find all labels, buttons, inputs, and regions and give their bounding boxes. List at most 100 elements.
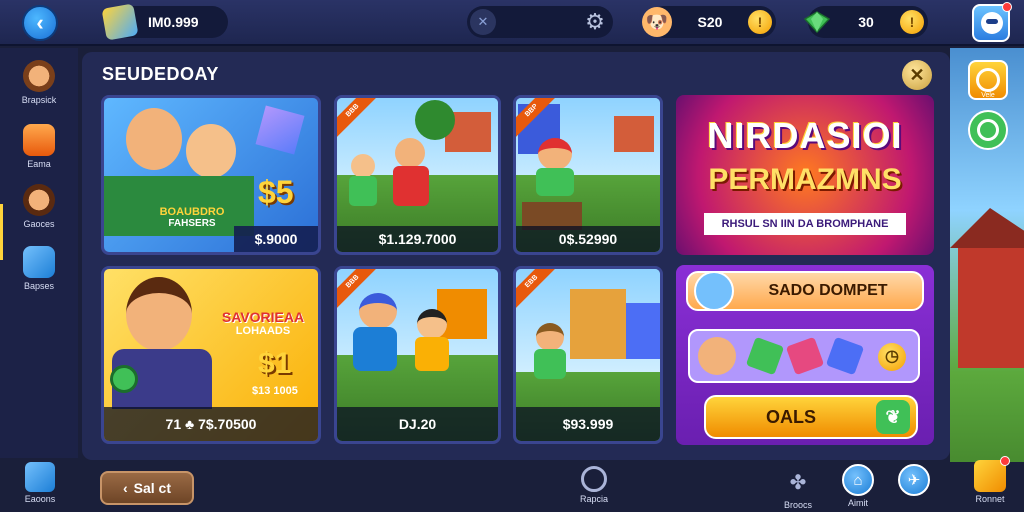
- coin-icon: ◷: [878, 343, 906, 371]
- sidebar-item-label: Eama: [27, 159, 51, 169]
- character-image: [126, 277, 192, 351]
- character-body: [349, 176, 377, 206]
- close-icon[interactable]: ✕: [902, 60, 932, 90]
- bottom-item-rapcia[interactable]: Rapcia: [572, 466, 616, 504]
- character-image: [186, 124, 236, 178]
- active-indicator: [0, 204, 3, 260]
- card-overlay-text: FAHSERS: [168, 218, 216, 229]
- bottom-item-broocs[interactable]: ✤ Broocs: [776, 466, 820, 511]
- card-price: 0$.52990: [516, 226, 660, 252]
- character-image: [538, 138, 572, 170]
- character-body: [415, 337, 449, 371]
- plane-icon: ✈: [898, 464, 930, 496]
- bottom-item-left[interactable]: Eaoons: [14, 462, 66, 504]
- currency-1-counter[interactable]: 🐶 S20 !: [642, 6, 776, 38]
- card-badge: $1: [258, 347, 292, 380]
- token-icon: [110, 365, 138, 393]
- item-icon: [785, 336, 825, 376]
- coin-icon: [976, 68, 1000, 92]
- character-image: [359, 293, 397, 329]
- box-icon: [23, 246, 55, 278]
- promo-title: NIRDASIOI: [707, 115, 903, 156]
- bonus-button[interactable]: Vele: [968, 60, 1008, 100]
- coins-value: IM0.999: [148, 14, 199, 30]
- gems-counter[interactable]: 30 !: [804, 6, 928, 38]
- character-icon: [694, 271, 734, 311]
- game-icon: [23, 124, 55, 156]
- pet-icon: 🐶: [642, 7, 672, 37]
- gear-icon[interactable]: ⚙: [583, 10, 607, 34]
- bonus-label: Vele: [981, 92, 995, 99]
- card-price: $1.129.7000: [337, 226, 498, 252]
- card-badge: $5: [258, 174, 294, 210]
- promo-subtitle: PERMAZMNS: [708, 163, 902, 196]
- gem-icon: [255, 105, 305, 155]
- sidebar-item-2[interactable]: Eama: [6, 124, 72, 169]
- profile-avatar-button[interactable]: [972, 2, 1012, 42]
- roof-image: [950, 208, 1024, 248]
- house-image: [570, 289, 626, 359]
- character-body: [353, 327, 397, 371]
- bottom-item-label: Aimit: [848, 498, 868, 508]
- back-button[interactable]: ‹ Sal ct: [100, 471, 194, 505]
- card-overlay-text: BOAUBDRO: [159, 206, 225, 218]
- house-image: [626, 303, 660, 359]
- character-body: [536, 168, 574, 196]
- notification-dot: [1002, 2, 1012, 12]
- bottom-item-send[interactable]: ✈: [892, 464, 936, 496]
- character-image: [351, 154, 375, 178]
- character-image: [417, 309, 447, 339]
- shop-card-1[interactable]: BOAUBDRO FAHSERS $5 $.9000: [101, 95, 321, 255]
- card-overlay-text: LOHAADS: [235, 325, 291, 337]
- card-price: $.9000: [234, 226, 318, 252]
- add-gems-button[interactable]: !: [900, 10, 924, 34]
- search-bar[interactable]: ✕ ⚙: [467, 6, 613, 38]
- item-icon: [825, 336, 865, 376]
- promo-banner[interactable]: NIRDASIOI PERMAZMNS RHSUL SN IIN DA BROM…: [676, 95, 934, 255]
- promo-caption: RHSUL SN IIN DA BROMPHANE: [704, 213, 906, 235]
- bottom-item-label: Broocs: [783, 500, 812, 510]
- oals-button[interactable]: OALS ❦: [704, 395, 918, 439]
- card-price: DJ.20: [337, 407, 498, 441]
- green-action-button[interactable]: [968, 110, 1008, 150]
- add-currency-1-button[interactable]: !: [748, 10, 772, 34]
- bottom-item-aimit[interactable]: ⌂ Aimit: [836, 464, 880, 508]
- sidebar-item-1[interactable]: Brapsick: [6, 60, 72, 105]
- coins-counter[interactable]: IM0.999: [101, 3, 228, 41]
- box-icon: [25, 462, 55, 492]
- sidebar-item-3[interactable]: Gaoces: [6, 184, 72, 229]
- card-price: 71 ♣ 7$.70500: [104, 407, 318, 441]
- offer-panel: SADO DOMPET ◷ OALS ❦: [676, 265, 934, 445]
- leaf-icon: ❦: [876, 400, 910, 434]
- puzzle-icon: ✤: [789, 471, 807, 494]
- bottom-item-ronnet[interactable]: Ronnet: [962, 456, 1018, 504]
- shop-card-2[interactable]: BBB $1.129.7000: [334, 95, 501, 255]
- tree-image: [415, 100, 455, 140]
- sidebar-item-4[interactable]: Bapses: [6, 246, 72, 291]
- card-subprice: $13 1005: [252, 385, 298, 397]
- close-icon[interactable]: ✕: [470, 9, 496, 35]
- coins-icon: [101, 3, 139, 41]
- back-arrow-icon[interactable]: ‹: [22, 5, 58, 41]
- back-button-label: Sal ct: [133, 480, 172, 496]
- friends-icon: [23, 184, 55, 216]
- house-image: [614, 116, 654, 152]
- bottom-item-label: Ronnet: [975, 494, 1005, 504]
- item-bundle-row[interactable]: ◷: [688, 329, 920, 383]
- shop-card-4[interactable]: SAVORIEAA LOHAADS $1 $13 1005 71 ♣ 7$.70…: [101, 266, 321, 444]
- sidebar-item-label: Bapses: [23, 281, 55, 291]
- shop-card-3[interactable]: BBP 0$.52990: [513, 95, 663, 255]
- sado-dompet-button[interactable]: SADO DOMPET: [686, 271, 924, 311]
- item-icon: [745, 336, 785, 376]
- character-body: [534, 349, 566, 379]
- shop-card-5[interactable]: BBB DJ.20: [334, 266, 501, 444]
- shop-card-6[interactable]: EBB $93.999: [513, 266, 663, 444]
- offer-label: SADO DOMPET: [768, 282, 888, 299]
- headset-icon: [581, 466, 607, 492]
- currency-1-value: S20: [697, 14, 723, 30]
- gems-value: 30: [858, 14, 874, 30]
- chevron-left-icon: ‹: [122, 480, 128, 496]
- offer-label: OALS: [765, 406, 816, 427]
- avatar: [981, 12, 1003, 34]
- sidebar-item-label: Gaoces: [23, 219, 55, 229]
